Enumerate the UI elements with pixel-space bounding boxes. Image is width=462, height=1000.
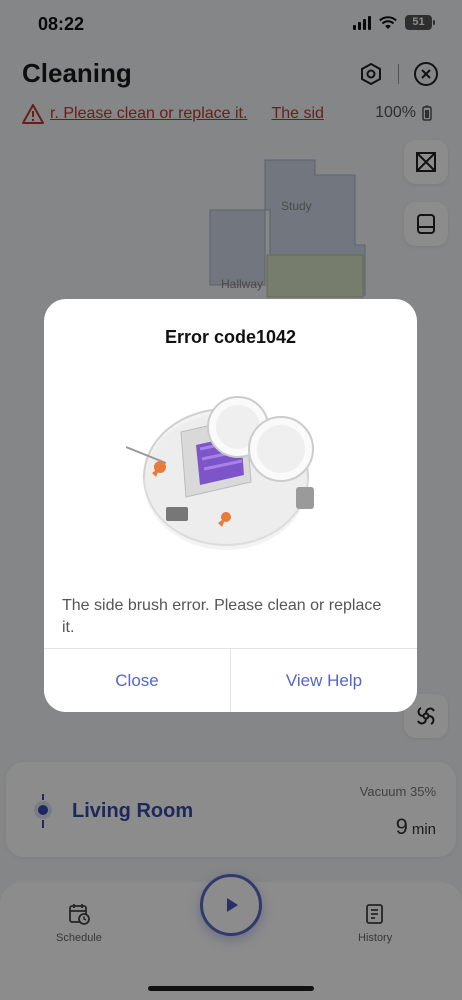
close-button[interactable]: Close (44, 649, 230, 712)
view-help-button[interactable]: View Help (230, 649, 417, 712)
home-indicator (148, 986, 314, 991)
error-message: The side brush error. Please clean or re… (62, 597, 382, 636)
robot-underside-illustration (126, 396, 314, 550)
dialog-actions: Close View Help (44, 648, 417, 712)
error-dialog: Error code1042 The side brush error. Ple… (44, 299, 417, 712)
error-title: Error code1042 (164, 327, 297, 347)
